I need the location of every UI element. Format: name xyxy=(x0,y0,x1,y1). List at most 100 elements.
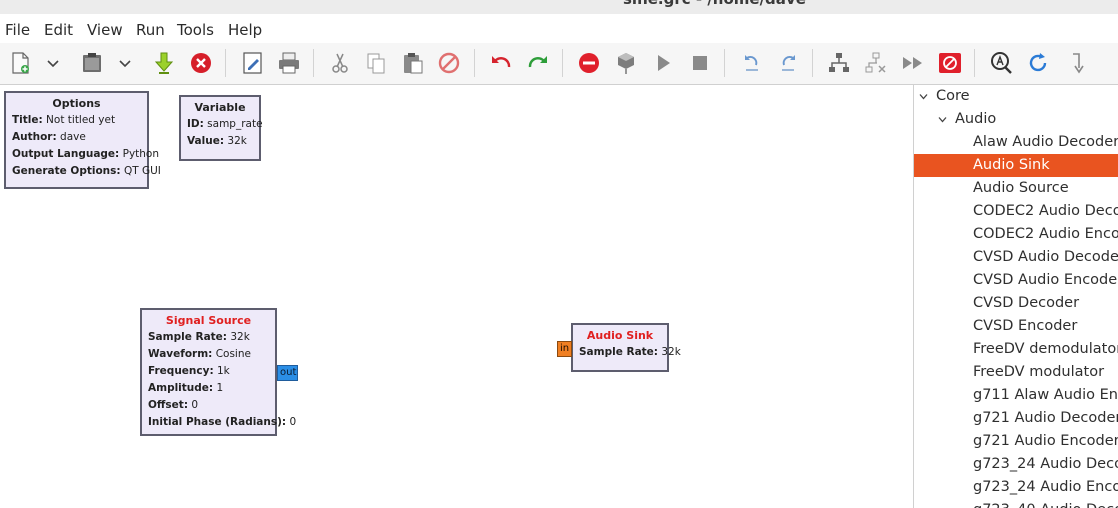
tree-leaf-item[interactable]: g723_24 Audio Encoder xyxy=(914,476,1118,499)
tree-leaf-item[interactable]: CODEC2 Audio Decoder xyxy=(914,200,1118,223)
block-param-row: Offset: 0 xyxy=(148,397,269,414)
tree-node-audio[interactable]: Audio xyxy=(914,108,1118,131)
generate-icon[interactable] xyxy=(611,48,641,78)
param-value: QT GUI xyxy=(123,165,161,177)
run-play-icon[interactable] xyxy=(648,48,678,78)
open-folder-icon[interactable] xyxy=(77,48,107,78)
tree-leaf-label: CODEC2 Audio Encoder xyxy=(973,226,1118,242)
param-value: 1 xyxy=(216,382,224,394)
rotate-ccw-icon[interactable] xyxy=(737,48,767,78)
tree-leaf-item[interactable]: CVSD Audio Encoder ( xyxy=(914,269,1118,292)
audio-sink-block[interactable]: Audio Sink Sample Rate: 32k xyxy=(571,323,681,372)
save-arrow-icon[interactable] xyxy=(149,48,179,78)
tree-leaf-label: CODEC2 Audio Decoder xyxy=(973,203,1118,219)
enable-block-icon[interactable] xyxy=(824,48,854,78)
block-param-row: Initial Phase (Radians): 0 xyxy=(148,414,296,431)
new-dropdown-icon[interactable] xyxy=(40,48,66,78)
open-dropdown-icon[interactable] xyxy=(112,48,138,78)
redo-icon[interactable] xyxy=(523,48,553,78)
copy-icon[interactable] xyxy=(361,48,391,78)
signal-source-block[interactable]: Signal Source Sample Rate: 32k Waveform:… xyxy=(140,308,296,436)
tree-node-label: Audio xyxy=(955,111,997,127)
menu-run[interactable]: Run xyxy=(136,21,165,39)
close-red-icon[interactable] xyxy=(186,48,216,78)
menu-help[interactable]: Help xyxy=(228,21,262,39)
bypass-icon[interactable] xyxy=(898,48,928,78)
tree-leaf-item[interactable]: CVSD Audio Decoder ( xyxy=(914,246,1118,269)
toolbar-separator xyxy=(812,49,813,77)
block-param-row: Output Language: Python xyxy=(12,146,159,163)
toolbar-separator xyxy=(974,49,975,77)
print-icon[interactable] xyxy=(274,48,304,78)
tree-leaf-item[interactable]: FreeDV modulator xyxy=(914,361,1118,384)
tree-leaf-label: Alaw Audio Decoder xyxy=(973,134,1118,150)
tree-leaf-label: FreeDV demodulator xyxy=(973,341,1118,357)
param-label: Sample Rate: xyxy=(148,331,227,343)
param-label: Value: xyxy=(187,135,225,147)
window-title: sine.grc - /home/dave xyxy=(623,0,806,8)
param-label: Offset: xyxy=(148,399,189,411)
audio-sink-in-port[interactable]: in xyxy=(557,341,572,357)
paste-icon[interactable] xyxy=(398,48,428,78)
tree-leaf-label: CVSD Audio Encoder ( xyxy=(973,272,1118,288)
menu-view[interactable]: View xyxy=(87,21,123,39)
cut-icon[interactable] xyxy=(325,48,355,78)
block-library-panel: Core Audio Alaw Audio Decoder Audio Sink… xyxy=(913,85,1118,508)
delete-icon[interactable] xyxy=(434,48,464,78)
edit-pencil-icon[interactable] xyxy=(238,48,268,78)
block-param-row: ID: samp_rate xyxy=(187,116,263,133)
tree-leaf-item[interactable]: g721 Audio Decoder xyxy=(914,407,1118,430)
tree-leaf-item[interactable]: CODEC2 Audio Encoder xyxy=(914,223,1118,246)
options-block[interactable]: Options Title: Not titled yet Author: da… xyxy=(4,91,161,189)
tree-leaf-item-selected[interactable]: Audio Sink xyxy=(914,154,1118,177)
disable-block-icon[interactable] xyxy=(861,48,891,78)
tree-leaf-item[interactable]: CVSD Encoder xyxy=(914,315,1118,338)
param-value: 32k xyxy=(227,135,247,147)
find-block-icon[interactable] xyxy=(986,48,1016,78)
variable-block[interactable]: Variable ID: samp_rate Value: 32k xyxy=(179,95,263,161)
param-label: Initial Phase (Radians): xyxy=(148,416,287,428)
tree-leaf-item[interactable]: g711 Alaw Audio Encoder xyxy=(914,384,1118,407)
block-title: Variable xyxy=(194,101,246,114)
tree-leaf-label: Audio Source xyxy=(973,180,1069,196)
rotate-cw-icon[interactable] xyxy=(773,48,803,78)
tree-leaf-item[interactable]: FreeDV demodulator xyxy=(914,338,1118,361)
menu-file[interactable]: File xyxy=(5,21,30,39)
tree-leaf-label: g723_24 Audio Encoder xyxy=(973,479,1118,495)
kill-stop-icon[interactable] xyxy=(685,48,715,78)
more-icon[interactable] xyxy=(1062,48,1092,78)
chevron-down-icon xyxy=(938,117,947,123)
param-value: 0 xyxy=(289,416,297,428)
tree-leaf-label: CVSD Encoder xyxy=(973,318,1078,334)
param-label: Title: xyxy=(12,114,43,126)
remove-block-icon[interactable] xyxy=(935,48,965,78)
tree-leaf-label: g723_24 Audio Decoder xyxy=(973,456,1118,472)
param-value: 32k xyxy=(661,346,681,358)
tree-leaf-label: CVSD Audio Decoder ( xyxy=(973,249,1118,265)
tree-leaf-item[interactable]: g721 Audio Encoder xyxy=(914,430,1118,453)
tree-leaf-item[interactable]: Alaw Audio Decoder xyxy=(914,131,1118,154)
tree-leaf-label: FreeDV modulator xyxy=(973,364,1105,380)
tree-leaf-label: g711 Alaw Audio Encoder xyxy=(973,387,1118,403)
tree-leaf-label: CVSD Decoder xyxy=(973,295,1080,311)
param-label: Amplitude: xyxy=(148,382,214,394)
tree-node-core[interactable]: Core xyxy=(914,85,1118,108)
reload-icon[interactable] xyxy=(1023,48,1053,78)
signal-source-out-port[interactable]: out xyxy=(277,365,298,381)
new-file-icon[interactable] xyxy=(5,48,35,78)
tree-leaf-item[interactable]: g723_40 Audio Decoder xyxy=(914,499,1118,508)
tree-leaf-label: Audio Sink xyxy=(973,157,1050,173)
flowgraph-canvas[interactable]: Options Title: Not titled yet Author: da… xyxy=(0,85,913,508)
tree-leaf-item[interactable]: CVSD Decoder xyxy=(914,292,1118,315)
toolbar-separator xyxy=(724,49,725,77)
stop-flowgraph-icon[interactable] xyxy=(574,48,604,78)
tree-leaf-item[interactable]: Audio Source xyxy=(914,177,1118,200)
block-title: Signal Source xyxy=(165,314,252,327)
menu-tools[interactable]: Tools xyxy=(177,21,214,39)
block-param-row: Sample Rate: 32k xyxy=(579,344,681,361)
undo-icon[interactable] xyxy=(486,48,516,78)
block-param-row: Frequency: 1k xyxy=(148,363,269,380)
block-title: Audio Sink xyxy=(586,329,654,342)
menu-edit[interactable]: Edit xyxy=(44,21,73,39)
tree-leaf-item[interactable]: g723_24 Audio Decoder xyxy=(914,453,1118,476)
